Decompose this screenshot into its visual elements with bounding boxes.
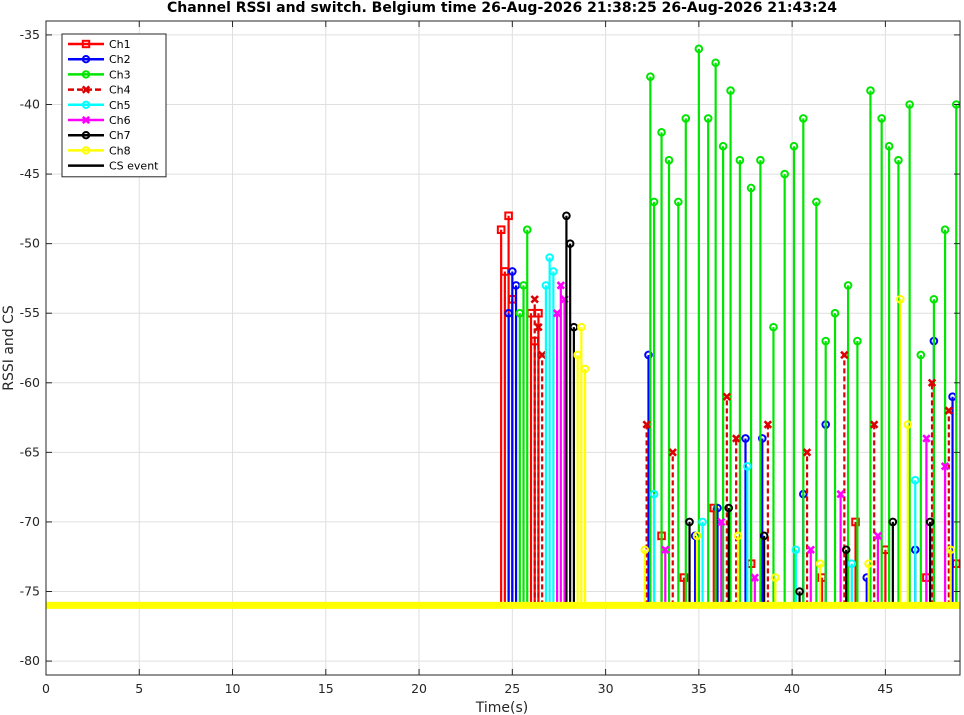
legend-label: Ch2: [109, 53, 131, 66]
legend-label: Ch8: [109, 144, 131, 157]
y-tick-label: -75: [20, 584, 40, 599]
x-tick-label: 30: [598, 681, 614, 696]
x-axis-label: Time(s): [475, 700, 528, 715]
data-point: [866, 86, 875, 95]
y-tick-label: -35: [20, 27, 40, 42]
y-tick-label: -70: [20, 514, 40, 529]
x-tick-label: 10: [225, 681, 241, 696]
x-tick-label: 25: [504, 681, 520, 696]
grid-lines: [45, 21, 960, 675]
plot-frame: [45, 20, 961, 676]
data-point: [722, 392, 732, 401]
y-tick-label: -45: [20, 166, 40, 181]
y-tick-label: -60: [20, 375, 40, 390]
x-tick-label: 15: [318, 681, 334, 696]
data-point: [681, 114, 691, 123]
x-tick-label: 0: [42, 681, 50, 696]
y-axis-label: RSSI and CS: [1, 305, 17, 391]
y-tick-label: -40: [20, 96, 40, 111]
data-point: [530, 295, 539, 304]
rssi-chart: Channel RSSI and switch. Belgium time 26…: [1, 0, 961, 715]
x-tick-label: 5: [135, 681, 143, 696]
legend-label: Ch6: [109, 114, 131, 127]
x-tick-label: 35: [691, 681, 707, 696]
y-tick-label: -50: [20, 236, 40, 251]
legend-label: CS event: [109, 160, 159, 173]
data-point: [799, 114, 808, 123]
legend-label: Ch1: [109, 38, 131, 51]
x-tick-label: 40: [784, 681, 800, 696]
legend-label: Ch4: [109, 84, 131, 97]
chart-title: Channel RSSI and switch. Belgium time 26…: [167, 0, 837, 16]
y-tick-label: -55: [20, 305, 40, 320]
legend-label: Ch7: [109, 129, 131, 142]
x-tick-label: 20: [411, 681, 427, 696]
data-point: [877, 114, 886, 123]
y-tick-label: -65: [20, 444, 40, 459]
legend: Ch1 Ch2 Ch3 Ch4 Ch5 Ch6 Ch7 Ch8 CS event: [61, 33, 167, 178]
data-point: [726, 86, 735, 95]
y-tick-label: -80: [20, 653, 40, 668]
data-point: [703, 114, 713, 123]
legend-label: Ch3: [109, 68, 131, 81]
x-tick-label: 45: [877, 681, 893, 696]
legend-label: Ch5: [109, 99, 131, 112]
x-axis-ticks: 0 5 10 15 20 25 30 35 40 45: [42, 21, 893, 696]
